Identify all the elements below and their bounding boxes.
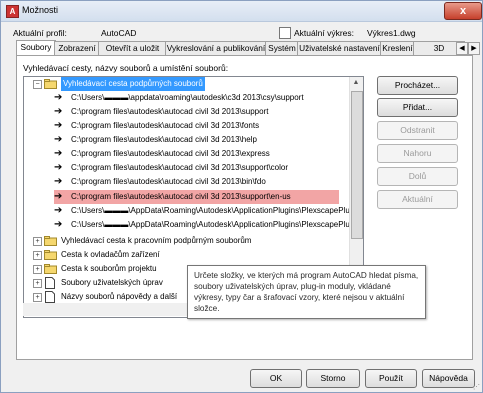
- arrow-right-icon: ➔: [54, 148, 63, 159]
- tab-scroll-left[interactable]: ◀: [456, 42, 468, 55]
- cancel-button[interactable]: Storno: [306, 369, 360, 388]
- arrow-right-icon: ➔: [54, 92, 63, 103]
- path-text[interactable]: C:\Users\▬▬▬\AppData\Roaming\Autodesk\Ap…: [71, 204, 363, 218]
- category-label[interactable]: Názvy souborů nápovědy a další: [61, 290, 177, 304]
- arrow-right-icon: ➔: [54, 219, 63, 230]
- window-title: Možnosti: [22, 5, 59, 15]
- expand-icon[interactable]: +: [33, 279, 42, 288]
- path-text[interactable]: C:\program files\autodesk\autocad civil …: [71, 175, 266, 189]
- category-label[interactable]: Vyhledávací cesta k pracovním podpůrným …: [61, 234, 251, 248]
- collapse-icon[interactable]: −: [33, 80, 42, 89]
- path-text[interactable]: C:\program files\autodesk\autocad civil …: [71, 147, 270, 161]
- autocad-app-icon: A: [6, 5, 19, 18]
- tab-uzivatelske-nastaveni[interactable]: Uživatelské nastavení: [297, 41, 382, 55]
- arrow-right-icon: ➔: [54, 134, 63, 145]
- category-label[interactable]: Cesta k ovladačům zařízení: [61, 248, 160, 262]
- arrow-right-icon: ➔: [54, 120, 63, 131]
- title-bar[interactable]: A Možnosti x: [1, 1, 482, 22]
- scroll-up-icon[interactable]: ▲: [351, 77, 361, 89]
- tab-kresleni[interactable]: Kreslení: [380, 41, 415, 55]
- ok-button[interactable]: OK: [250, 369, 302, 388]
- tab-scroll-right[interactable]: ▶: [468, 42, 480, 55]
- arrow-right-icon: ➔: [54, 106, 63, 117]
- path-text[interactable]: C:\Users\▬▬▬\AppData\Roaming\Autodesk\Ap…: [71, 218, 363, 232]
- section-label: Vyhledávací cesty, názvy souborů a umíst…: [23, 63, 229, 73]
- expand-icon[interactable]: +: [33, 251, 42, 260]
- arrow-right-icon: ➔: [54, 205, 63, 216]
- help-tooltip: Určete složky, ve kterých má program Aut…: [187, 265, 426, 319]
- resize-grip-icon[interactable]: ⋰: [473, 383, 480, 391]
- profile-label: Aktuální profil:: [13, 28, 67, 38]
- move-up-button[interactable]: Nahoru: [377, 144, 458, 163]
- document-icon: [45, 291, 55, 303]
- set-current-button[interactable]: Aktuální: [377, 190, 458, 209]
- tree-root-row[interactable]: − Vyhledávací cesta podpůrných souborů: [32, 77, 242, 91]
- path-text[interactable]: C:\program files\autodesk\autocad civil …: [71, 161, 288, 175]
- path-text[interactable]: C:\Users\▬▬▬\appdata\roaming\autodesk\c3…: [71, 91, 304, 105]
- profile-value: AutoCAD: [101, 28, 137, 38]
- category-label[interactable]: Soubory uživatelských úprav: [61, 276, 163, 290]
- expand-icon[interactable]: +: [33, 265, 42, 274]
- folder-stack-icon: [44, 79, 57, 89]
- path-text[interactable]: C:\program files\autodesk\autocad civil …: [71, 133, 257, 147]
- browse-button[interactable]: Procházet...: [377, 76, 458, 95]
- document-icon: [45, 277, 55, 289]
- apply-button[interactable]: Použít: [365, 369, 417, 388]
- tab-otevrit-a-ulozit[interactable]: Otevřít a uložit: [98, 41, 167, 55]
- options-dialog: A Možnosti x Aktuální profil: AutoCAD Ak…: [0, 0, 483, 393]
- drawing-value: Výkres1.dwg: [367, 28, 416, 38]
- scrollbar-thumb[interactable]: [351, 91, 363, 239]
- path-text[interactable]: C:\program files\autodesk\autocad civil …: [71, 190, 291, 204]
- tree-root-label[interactable]: Vyhledávací cesta podpůrných souborů: [61, 77, 205, 91]
- help-button[interactable]: Nápověda: [422, 369, 475, 388]
- folder-icon: [44, 264, 57, 274]
- expand-icon[interactable]: +: [33, 293, 42, 302]
- add-button[interactable]: Přidat...: [377, 98, 458, 117]
- remove-button[interactable]: Odstranit: [377, 121, 458, 140]
- folder-stack-icon: [44, 236, 57, 246]
- tab-soubory[interactable]: Soubory: [16, 40, 56, 56]
- category-label[interactable]: Cesta k souborům projektu: [61, 262, 157, 276]
- expand-icon[interactable]: +: [33, 237, 42, 246]
- drawing-icon: [279, 27, 291, 39]
- path-text[interactable]: C:\program files\autodesk\autocad civil …: [71, 105, 268, 119]
- path-row-highlighted[interactable]: ➔ C:\program files\autodesk\autocad civil…: [54, 190, 339, 204]
- tab-vykreslovani[interactable]: Vykreslování a publikování: [165, 41, 267, 55]
- tab-zobrazeni[interactable]: Zobrazení: [54, 41, 100, 55]
- tab-system[interactable]: Systém: [265, 41, 299, 55]
- close-button[interactable]: x: [444, 2, 482, 20]
- move-down-button[interactable]: Dolů: [377, 167, 458, 186]
- arrow-right-icon: ➔: [54, 176, 63, 187]
- drawing-label: Aktuální výkres:: [294, 28, 354, 38]
- arrow-right-icon: ➔: [54, 191, 63, 202]
- folder-stack-icon: [44, 250, 57, 260]
- arrow-right-icon: ➔: [54, 162, 63, 173]
- path-text[interactable]: C:\program files\autodesk\autocad civil …: [71, 119, 259, 133]
